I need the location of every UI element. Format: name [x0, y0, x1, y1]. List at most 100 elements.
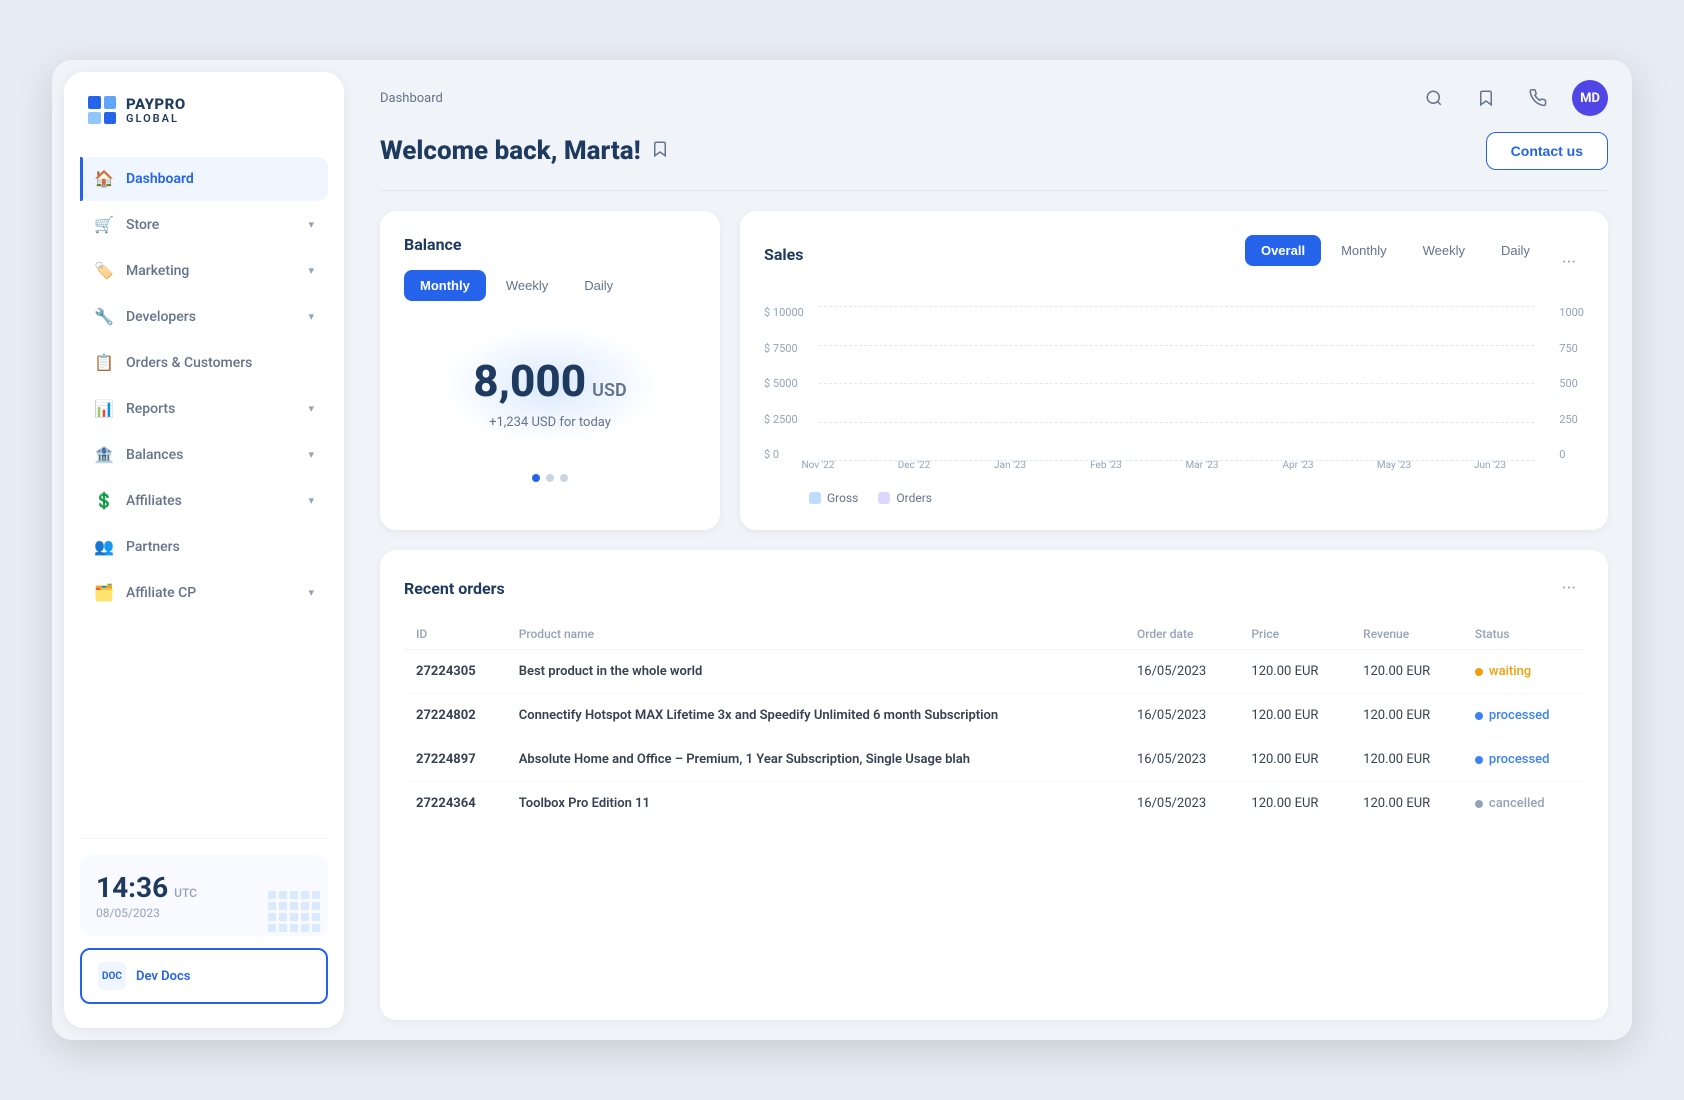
balance-tab-weekly[interactable]: Weekly [490, 270, 564, 301]
order-id: 27224897 [404, 738, 507, 782]
table-row: 27224364 Toolbox Pro Edition 11 16/05/20… [404, 782, 1584, 826]
recent-orders-card: Recent orders ··· ID Product name Order … [380, 550, 1608, 1020]
orders-more-button[interactable]: ··· [1554, 574, 1584, 603]
sidebar-item-label: Orders & Customers [126, 355, 314, 371]
sidebar-item-dashboard[interactable]: 🏠 Dashboard [80, 157, 328, 201]
sales-tab-weekly[interactable]: Weekly [1407, 235, 1481, 266]
chart-area: $ 10000 $ 7500 $ 5000 $ 2500 $ 0 [764, 306, 1584, 506]
sidebar-item-label: Affiliate CP [126, 585, 296, 601]
dev-docs-label: Dev Docs [136, 969, 190, 984]
balance-dot-2[interactable] [546, 474, 554, 482]
logo-area: PAYPRO GLOBAL [80, 96, 328, 125]
sidebar-item-balances[interactable]: 🏦 Balances ▾ [80, 433, 328, 477]
status-label: waiting [1489, 664, 1531, 679]
status-dot [1475, 756, 1483, 764]
balance-display: 8,000 USD +1,234 USD for today [404, 325, 696, 450]
search-icon[interactable] [1416, 80, 1452, 116]
divider [380, 190, 1608, 191]
sidebar-bottom: 14:36 UTC 08/05/2023 DOC Dev Docs [80, 838, 328, 1004]
logo-icon [88, 96, 116, 124]
time-value: 14:36 [96, 871, 168, 904]
status-dot [1475, 800, 1483, 808]
col-status: Status [1463, 619, 1584, 650]
order-date: 16/05/2023 [1125, 738, 1239, 782]
brand-name: PAYPRO [126, 96, 186, 113]
balance-amount: 8,000 USD [404, 355, 696, 407]
order-revenue: 120.00 EUR [1351, 650, 1463, 694]
sidebar-item-label: Dashboard [126, 171, 314, 187]
order-price: 120.00 EUR [1239, 782, 1351, 826]
orders-title: Recent orders [404, 579, 505, 598]
x-label: Jan '23 [966, 460, 1054, 471]
sales-card: Sales Overall Monthly Weekly Daily ··· [740, 211, 1608, 530]
sidebar-item-marketing[interactable]: 🏷️ Marketing ▾ [80, 249, 328, 293]
product-name: Connectify Hotspot MAX Lifetime 3x and S… [507, 694, 1125, 738]
sidebar-item-partners[interactable]: 👥 Partners [80, 525, 328, 569]
chevron-down-icon: ▾ [308, 310, 314, 323]
sales-more-button[interactable]: ··· [1554, 248, 1584, 277]
chevron-down-icon: ▾ [308, 586, 314, 599]
sidebar-item-store[interactable]: 🛒 Store ▾ [80, 203, 328, 247]
orders-table-body: 27224305 Best product in the whole world… [404, 650, 1584, 826]
balances-icon: 🏦 [94, 445, 114, 465]
sidebar-item-affiliate-cp[interactable]: 🗂️ Affiliate CP ▾ [80, 571, 328, 615]
order-revenue: 120.00 EUR [1351, 738, 1463, 782]
sidebar-item-label: Store [126, 217, 296, 233]
sidebar-item-label: Balances [126, 447, 296, 463]
chevron-down-icon: ▾ [308, 218, 314, 231]
avatar[interactable]: MD [1572, 80, 1608, 116]
order-revenue: 120.00 EUR [1351, 782, 1463, 826]
balance-card: Balance Monthly Weekly Daily 8,000 USD +… [380, 211, 720, 530]
welcome-bookmark-icon[interactable] [651, 140, 669, 163]
sidebar-item-reports[interactable]: 📊 Reports ▾ [80, 387, 328, 431]
col-price: Price [1239, 619, 1351, 650]
orders-header: Recent orders ··· [404, 574, 1584, 603]
sales-tab-monthly[interactable]: Monthly [1325, 235, 1403, 266]
sidebar-item-label: Partners [126, 539, 314, 555]
chevron-down-icon: ▾ [308, 448, 314, 461]
dashboard-icon: 🏠 [94, 169, 114, 189]
sidebar-item-developers[interactable]: 🔧 Developers ▾ [80, 295, 328, 339]
balance-tab-daily[interactable]: Daily [568, 270, 629, 301]
order-status: cancelled [1463, 782, 1584, 826]
balance-tab-monthly[interactable]: Monthly [404, 270, 486, 301]
legend-gross: Gross [809, 491, 858, 505]
order-date: 16/05/2023 [1125, 694, 1239, 738]
x-label: Nov '22 [774, 460, 862, 471]
cards-row: Balance Monthly Weekly Daily 8,000 USD +… [380, 211, 1608, 530]
balance-dot-3[interactable] [560, 474, 568, 482]
sidebar-item-orders-customers[interactable]: 📋 Orders & Customers [80, 341, 328, 385]
orders-table: ID Product name Order date Price Revenue… [404, 619, 1584, 825]
affiliates-icon: 💲 [94, 491, 114, 511]
legend-orders: Orders [878, 491, 932, 505]
phone-icon[interactable] [1520, 80, 1556, 116]
bookmark-icon[interactable] [1468, 80, 1504, 116]
chart-legend: Gross Orders [764, 491, 1584, 505]
legend-dot-orders [878, 492, 890, 504]
order-price: 120.00 EUR [1239, 650, 1351, 694]
sidebar-item-label: Affiliates [126, 493, 296, 509]
balance-value: 8,000 [473, 355, 586, 407]
welcome-text: Welcome back, Marta! [380, 136, 669, 166]
sidebar-item-label: Developers [126, 309, 296, 325]
sales-tab-daily[interactable]: Daily [1485, 235, 1546, 266]
contact-us-button[interactable]: Contact us [1486, 132, 1608, 170]
sales-tab-overall[interactable]: Overall [1245, 235, 1321, 266]
dev-docs-button[interactable]: DOC Dev Docs [80, 948, 328, 1004]
main-content: Dashboard MD Welcome back, Marta! [356, 60, 1632, 1040]
chart-grid [819, 306, 1534, 461]
balance-dot-1[interactable] [532, 474, 540, 482]
order-id: 27224364 [404, 782, 507, 826]
x-label: Jun '23 [1446, 460, 1534, 471]
sidebar-item-affiliates[interactable]: 💲 Affiliates ▾ [80, 479, 328, 523]
product-name: Best product in the whole world [507, 650, 1125, 694]
sales-header: Sales Overall Monthly Weekly Daily ··· [764, 235, 1584, 290]
time-widget: 14:36 UTC 08/05/2023 [80, 855, 328, 936]
store-icon: 🛒 [94, 215, 114, 235]
order-price: 120.00 EUR [1239, 738, 1351, 782]
product-name: Absolute Home and Office – Premium, 1 Ye… [507, 738, 1125, 782]
order-id: 27224802 [404, 694, 507, 738]
col-revenue: Revenue [1351, 619, 1463, 650]
order-status: processed [1463, 694, 1584, 738]
order-date: 16/05/2023 [1125, 782, 1239, 826]
